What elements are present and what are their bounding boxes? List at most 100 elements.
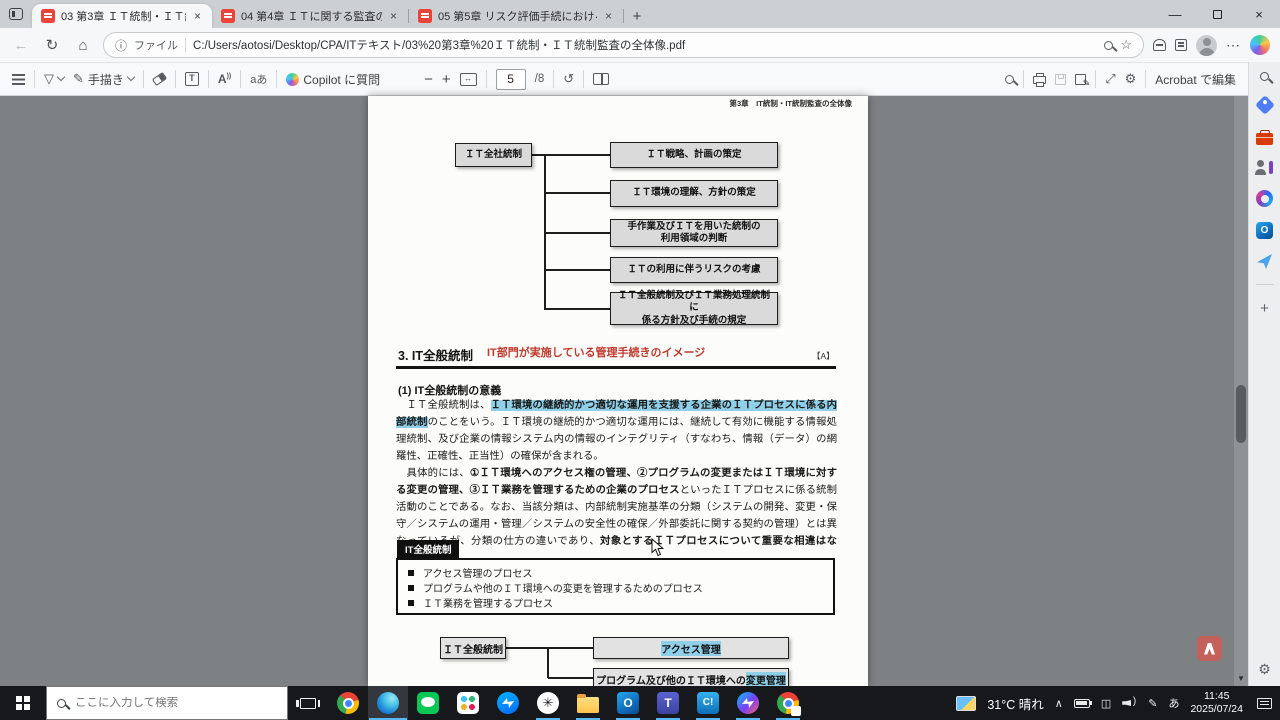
weather-widget-icon[interactable] [956, 696, 976, 711]
copilot-icon[interactable] [1250, 35, 1270, 55]
highlighter-icon: ▽ [44, 71, 54, 87]
search-icon [1005, 75, 1014, 84]
games-icon[interactable] [1256, 160, 1273, 175]
close-button[interactable]: × [1238, 0, 1280, 28]
microsoft-365-icon[interactable] [1256, 190, 1273, 207]
table-of-contents-button[interactable] [12, 78, 25, 80]
favorite-star-icon[interactable]: ☆ [1120, 37, 1132, 53]
vertical-scrollbar[interactable]: ▼ [1234, 96, 1248, 686]
taskbar-search-input[interactable] [75, 697, 277, 709]
ask-copilot-button[interactable]: Copilot に質問 [286, 71, 380, 88]
translate-button[interactable]: aあ [250, 71, 267, 87]
subsection-title: (1) IT全般統制の意義 [398, 382, 501, 398]
taskbar-messenger[interactable] [488, 686, 528, 720]
taskbar-line[interactable] [408, 686, 448, 720]
zoom-page-icon[interactable] [1104, 41, 1113, 50]
chevron-down-icon [57, 73, 65, 81]
toolbar-divider [208, 70, 209, 88]
taskbar-chatwork[interactable]: C! [688, 686, 728, 720]
add-text-button[interactable]: T [185, 72, 199, 86]
zoom-out-button[interactable]: − [424, 71, 433, 88]
tab-close-icon[interactable]: × [192, 9, 203, 23]
tab-05[interactable]: 05 第5章 リスク評価手続におけるＩ × [409, 4, 623, 28]
drop-paper-plane-icon[interactable] [1257, 254, 1272, 269]
url-text: C:/Users/aotosi/Desktop/CPA/ITテキスト/03%20… [193, 37, 1097, 53]
page-view-button[interactable] [593, 73, 609, 85]
show-hidden-icons-chevron[interactable]: ∧ [1055, 697, 1063, 710]
sidebar-search-icon[interactable] [1260, 72, 1269, 81]
checklist-text: ＩＴ業務を管理するプロセス [423, 595, 553, 610]
url-field[interactable]: ⓘ ファイル C:/Users/aotosi/Desktop/CPA/ITテキス… [103, 32, 1144, 58]
tab-close-icon[interactable]: × [603, 9, 614, 23]
toolbar-divider [240, 70, 241, 88]
section-rule [396, 366, 836, 369]
paragraph-2: 具体的には、①ＩＴ環境へのアクセス権の管理、②プログラムの変更またはＩＴ環境に対… [396, 466, 837, 568]
eraser-icon [152, 72, 167, 86]
taskbar-outlook[interactable]: O [608, 686, 648, 720]
file-explorer-icon [577, 697, 599, 713]
maximize-button[interactable] [1196, 0, 1238, 28]
read-aloud-button[interactable]: A [218, 72, 231, 86]
page-number-input[interactable] [496, 69, 526, 90]
page-info-icon[interactable]: ⓘ [115, 37, 127, 54]
home-icon[interactable]: ⌂ [72, 37, 94, 54]
notification-center-icon[interactable] [1257, 698, 1272, 709]
taskbar-clock[interactable]: 11:45 2025/07/24 [1190, 690, 1243, 716]
new-tab-button[interactable]: + [624, 4, 650, 28]
slack-icon [457, 692, 479, 714]
collections-icon[interactable] [1175, 39, 1187, 51]
taskbar-chrome-profile[interactable] [768, 686, 808, 720]
erase-button[interactable] [153, 75, 166, 83]
taskbar-chatgpt[interactable]: ✳ [528, 686, 568, 720]
pdf-settings-button[interactable]: ⚙ [1125, 71, 1137, 87]
edit-in-acrobat-button[interactable]: Acrobat で編集 [1155, 71, 1236, 88]
acrobat-floating-button[interactable] [1197, 636, 1222, 661]
chart2-root-box: ＩＴ全般統制 [440, 637, 506, 659]
chatgpt-icon: ✳ [537, 692, 559, 714]
shopping-tag-icon[interactable] [1255, 95, 1275, 115]
ime-mode-indicator[interactable]: あ [1168, 695, 1179, 711]
rotate-button[interactable]: ↺ [563, 71, 574, 87]
battery-icon[interactable] [1074, 699, 1090, 708]
highlighter-button[interactable]: ▽ [44, 71, 64, 87]
tab-03[interactable]: 03 第3章 ＩＴ統制・ＩＴ統制監査 × [32, 4, 212, 28]
taskbar-teams[interactable]: T [648, 686, 688, 720]
sidebar-settings-icon[interactable]: ⚙ [1258, 661, 1271, 678]
profile-avatar[interactable] [1196, 35, 1217, 56]
weather-text[interactable]: 31°C 晴れ [987, 694, 1043, 713]
start-button[interactable] [0, 686, 46, 720]
pen-icon: ✎ [73, 71, 84, 87]
print-button[interactable] [1033, 74, 1046, 84]
refresh-icon[interactable]: ↻ [41, 36, 63, 54]
tab-04[interactable]: 04 第4章 ＩＴに関する監査の種類 × [212, 4, 408, 28]
speaker-icon[interactable] [1122, 697, 1137, 709]
draw-button[interactable]: ✎手描き [73, 71, 134, 88]
screen-rotation-icon[interactable]: ◫ [1101, 697, 1111, 710]
zoom-in-button[interactable]: + [442, 71, 451, 88]
taskbar-chrome[interactable] [328, 686, 368, 720]
fit-width-button[interactable]: ↔ [460, 73, 477, 86]
fullscreen-button[interactable]: ⤢ [1105, 71, 1115, 87]
save-as-button[interactable] [1075, 74, 1086, 85]
taskbar-file-explorer[interactable] [568, 686, 608, 720]
search-document-button[interactable] [1005, 75, 1014, 84]
toolbar-divider [486, 70, 487, 88]
browser-essentials-icon[interactable] [1153, 39, 1166, 51]
tab-close-icon[interactable]: × [388, 9, 399, 23]
outlook-sidebar-icon[interactable]: O [1256, 222, 1273, 239]
customize-sidebar-button[interactable]: + [1260, 300, 1269, 317]
scrollbar-thumb[interactable] [1236, 385, 1246, 443]
taskbar-messenger-2[interactable] [728, 686, 768, 720]
checklist-text: アクセス管理のプロセス [423, 565, 533, 580]
taskbar-slack[interactable] [448, 686, 488, 720]
settings-more-icon[interactable]: ⋯ [1226, 37, 1241, 54]
tab-actions-button[interactable] [0, 0, 32, 28]
minimize-button[interactable]: — [1154, 0, 1196, 28]
back-icon[interactable]: ← [10, 37, 32, 54]
scroll-down-arrow[interactable]: ▼ [1234, 674, 1248, 683]
task-view-button[interactable] [288, 686, 328, 720]
toolbox-icon[interactable] [1256, 133, 1273, 145]
windows-ink-pen-icon[interactable]: ✎ [1148, 697, 1157, 710]
taskbar-edge[interactable] [368, 686, 408, 720]
taskbar-search-box[interactable] [46, 686, 288, 720]
